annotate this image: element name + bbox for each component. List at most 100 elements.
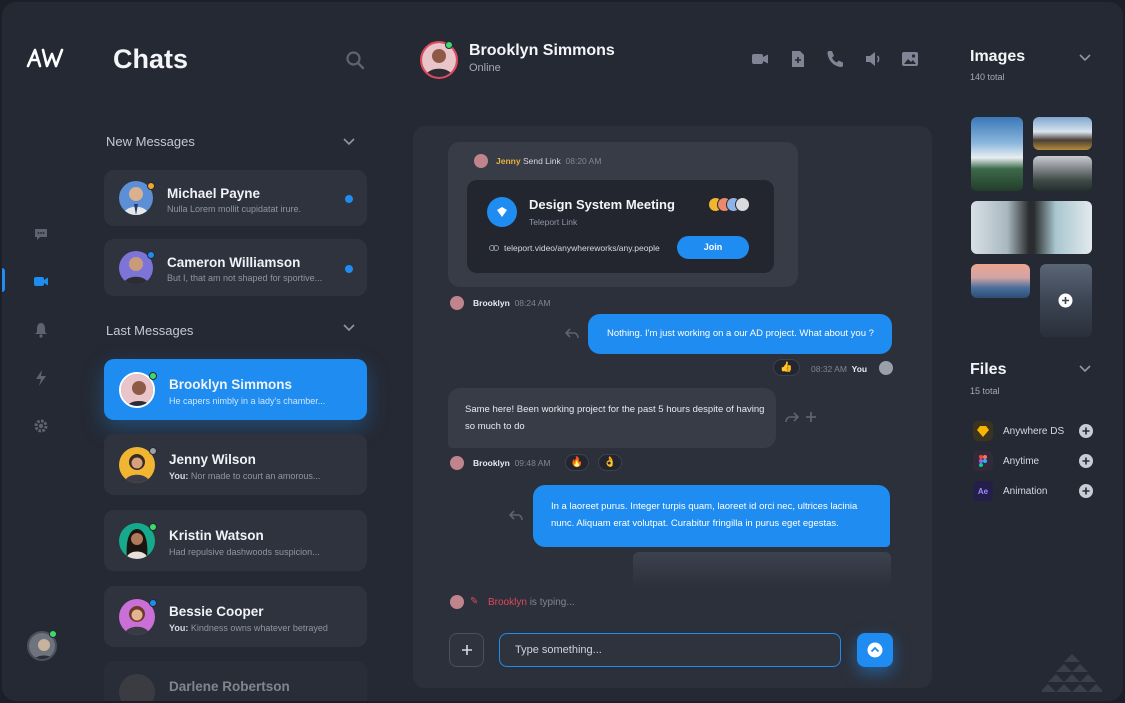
typing-text: is typing... xyxy=(529,597,575,608)
conversation-panel: Jenny Send Link 08:20 AM Design System M… xyxy=(413,126,932,688)
link-icon xyxy=(489,245,499,251)
contact-name: Brooklyn Simmons xyxy=(169,377,293,392)
contact-status: Online xyxy=(469,62,501,74)
status-indicator xyxy=(149,447,157,455)
add-reaction-icon[interactable] xyxy=(805,411,817,423)
sender-action: Send Link xyxy=(522,156,561,166)
online-indicator xyxy=(49,630,57,638)
link-share-meta: Jenny Send Link 08:20 AM xyxy=(496,156,601,166)
meeting-title: Design System Meeting xyxy=(529,197,675,212)
plus-icon xyxy=(462,645,472,655)
add-file-button[interactable] xyxy=(1079,454,1093,468)
image-thumbnail[interactable] xyxy=(1033,117,1092,150)
message-preview: You: Nor made to court an amorous... xyxy=(169,471,320,481)
conversation-item-darlene-robertson[interactable]: Darlene Robertson xyxy=(104,661,367,701)
video-call-icon[interactable] xyxy=(750,49,770,69)
file-item[interactable]: Ae Animation xyxy=(970,481,1094,503)
reaction-badge[interactable]: 👌 xyxy=(598,454,622,471)
left-rail xyxy=(2,2,84,701)
contact-name: Cameron Williamson xyxy=(167,255,301,270)
sender-avatar xyxy=(879,361,893,375)
bolt-icon[interactable] xyxy=(31,368,51,388)
chevron-down-icon[interactable] xyxy=(342,323,356,333)
message-preview: Had repulsive dashwoods suspicion... xyxy=(169,547,320,557)
sender-avatar xyxy=(474,154,488,168)
image-thumbnail[interactable] xyxy=(971,264,1030,298)
chat-icon[interactable] xyxy=(31,224,51,244)
file-item[interactable]: Anytime xyxy=(970,451,1094,473)
message-input[interactable]: Type something... xyxy=(499,633,841,667)
phone-icon[interactable] xyxy=(825,49,845,69)
join-button[interactable]: Join xyxy=(677,236,749,259)
conversation-item-kristin-watson[interactable]: Kristin Watson Had repulsive dashwoods s… xyxy=(104,510,367,571)
outgoing-message: Nothing. I'm just working on a our AD pr… xyxy=(588,314,892,354)
document-icon[interactable] xyxy=(788,49,808,69)
conversation-item-michael-payne[interactable]: Michael Payne Nulla Lorem mollit cupidat… xyxy=(104,170,367,226)
conversation-item-jenny-wilson[interactable]: Jenny Wilson You: Nor made to court an a… xyxy=(104,434,367,495)
chevron-down-icon[interactable] xyxy=(1078,364,1092,374)
link-share-message: Jenny Send Link 08:20 AM Design System M… xyxy=(448,142,798,287)
gear-icon[interactable] xyxy=(31,416,51,436)
file-item[interactable]: Anywhere DS xyxy=(970,421,1094,443)
sketch-icon xyxy=(973,421,993,441)
contact-name: Kristin Watson xyxy=(169,528,264,543)
image-thumbnail[interactable] xyxy=(971,201,1092,254)
reaction-badge[interactable]: 🔥 xyxy=(565,454,589,471)
bell-icon[interactable] xyxy=(31,320,51,340)
chevron-down-icon[interactable] xyxy=(1078,53,1092,63)
timestamp: 08:24 AM xyxy=(514,298,551,308)
online-indicator xyxy=(149,372,157,380)
files-title: Files xyxy=(970,361,1007,378)
files-count: 15 total xyxy=(970,386,1000,396)
conversation-item-brooklyn-simmons[interactable]: Brooklyn Simmons He capers nimbly in a l… xyxy=(104,359,367,420)
file-name: Anytime xyxy=(1003,456,1040,467)
meeting-subtitle: Teleport Link xyxy=(529,217,578,227)
add-file-button[interactable] xyxy=(1079,424,1093,438)
contact-name: Bessie Cooper xyxy=(169,604,264,619)
unread-indicator xyxy=(345,265,353,273)
reaction-badge[interactable]: 👍 xyxy=(773,359,800,376)
images-title: Images xyxy=(970,48,1026,65)
you-prefix: You: xyxy=(169,623,189,633)
you-prefix: You: xyxy=(169,471,189,481)
outgoing-message: In a laoreet purus. Integer turpis quam,… xyxy=(533,485,890,547)
online-indicator xyxy=(445,41,453,49)
image-thumbnail[interactable] xyxy=(1033,156,1092,191)
file-name: Animation xyxy=(1003,486,1048,497)
chevron-down-icon[interactable] xyxy=(342,137,356,147)
online-indicator xyxy=(149,523,157,531)
sender-name: Brooklyn xyxy=(473,298,510,308)
avatar xyxy=(119,674,155,701)
send-icon xyxy=(867,642,883,658)
app-logo[interactable] xyxy=(26,46,66,70)
add-file-button[interactable] xyxy=(1079,484,1093,498)
sender-name: Brooklyn xyxy=(473,458,510,468)
message-meta: Brooklyn 08:24 AM xyxy=(473,298,551,308)
message-text: Same here! Been working project for the … xyxy=(465,404,765,432)
meeting-url[interactable]: teleport.video/anywhereworks/any.people xyxy=(504,243,660,253)
gallery-icon[interactable] xyxy=(900,49,920,69)
sender-avatar xyxy=(450,595,464,609)
speaker-icon[interactable] xyxy=(863,49,883,69)
message-text: Nothing. I'm just working on a our AD pr… xyxy=(607,328,874,339)
conversation-item-cameron-williamson[interactable]: Cameron Williamson But I, that am not sh… xyxy=(104,239,367,296)
pencil-icon: ✎ xyxy=(470,596,479,607)
video-icon[interactable] xyxy=(31,271,51,291)
search-icon[interactable] xyxy=(345,50,365,70)
conversation-item-bessie-cooper[interactable]: Bessie Cooper You: Kindness owns whateve… xyxy=(104,586,367,647)
image-thumbnail[interactable] xyxy=(971,117,1023,191)
unread-indicator xyxy=(345,195,353,203)
timestamp: 09:48 AM xyxy=(514,458,551,468)
forward-icon[interactable] xyxy=(785,411,799,423)
message-text: In a laoreet purus. Integer turpis quam,… xyxy=(551,501,858,529)
page-title: Chats xyxy=(113,44,189,74)
reply-icon[interactable] xyxy=(509,509,523,521)
attach-button[interactable] xyxy=(449,633,484,667)
incoming-message: Same here! Been working project for the … xyxy=(448,388,776,448)
send-button[interactable] xyxy=(857,633,893,667)
more-images-button[interactable] xyxy=(1040,264,1092,337)
status-indicator xyxy=(147,182,155,190)
contact-name: Darlene Robertson xyxy=(169,679,290,694)
plus-icon xyxy=(1058,293,1073,308)
reply-icon[interactable] xyxy=(565,327,579,339)
